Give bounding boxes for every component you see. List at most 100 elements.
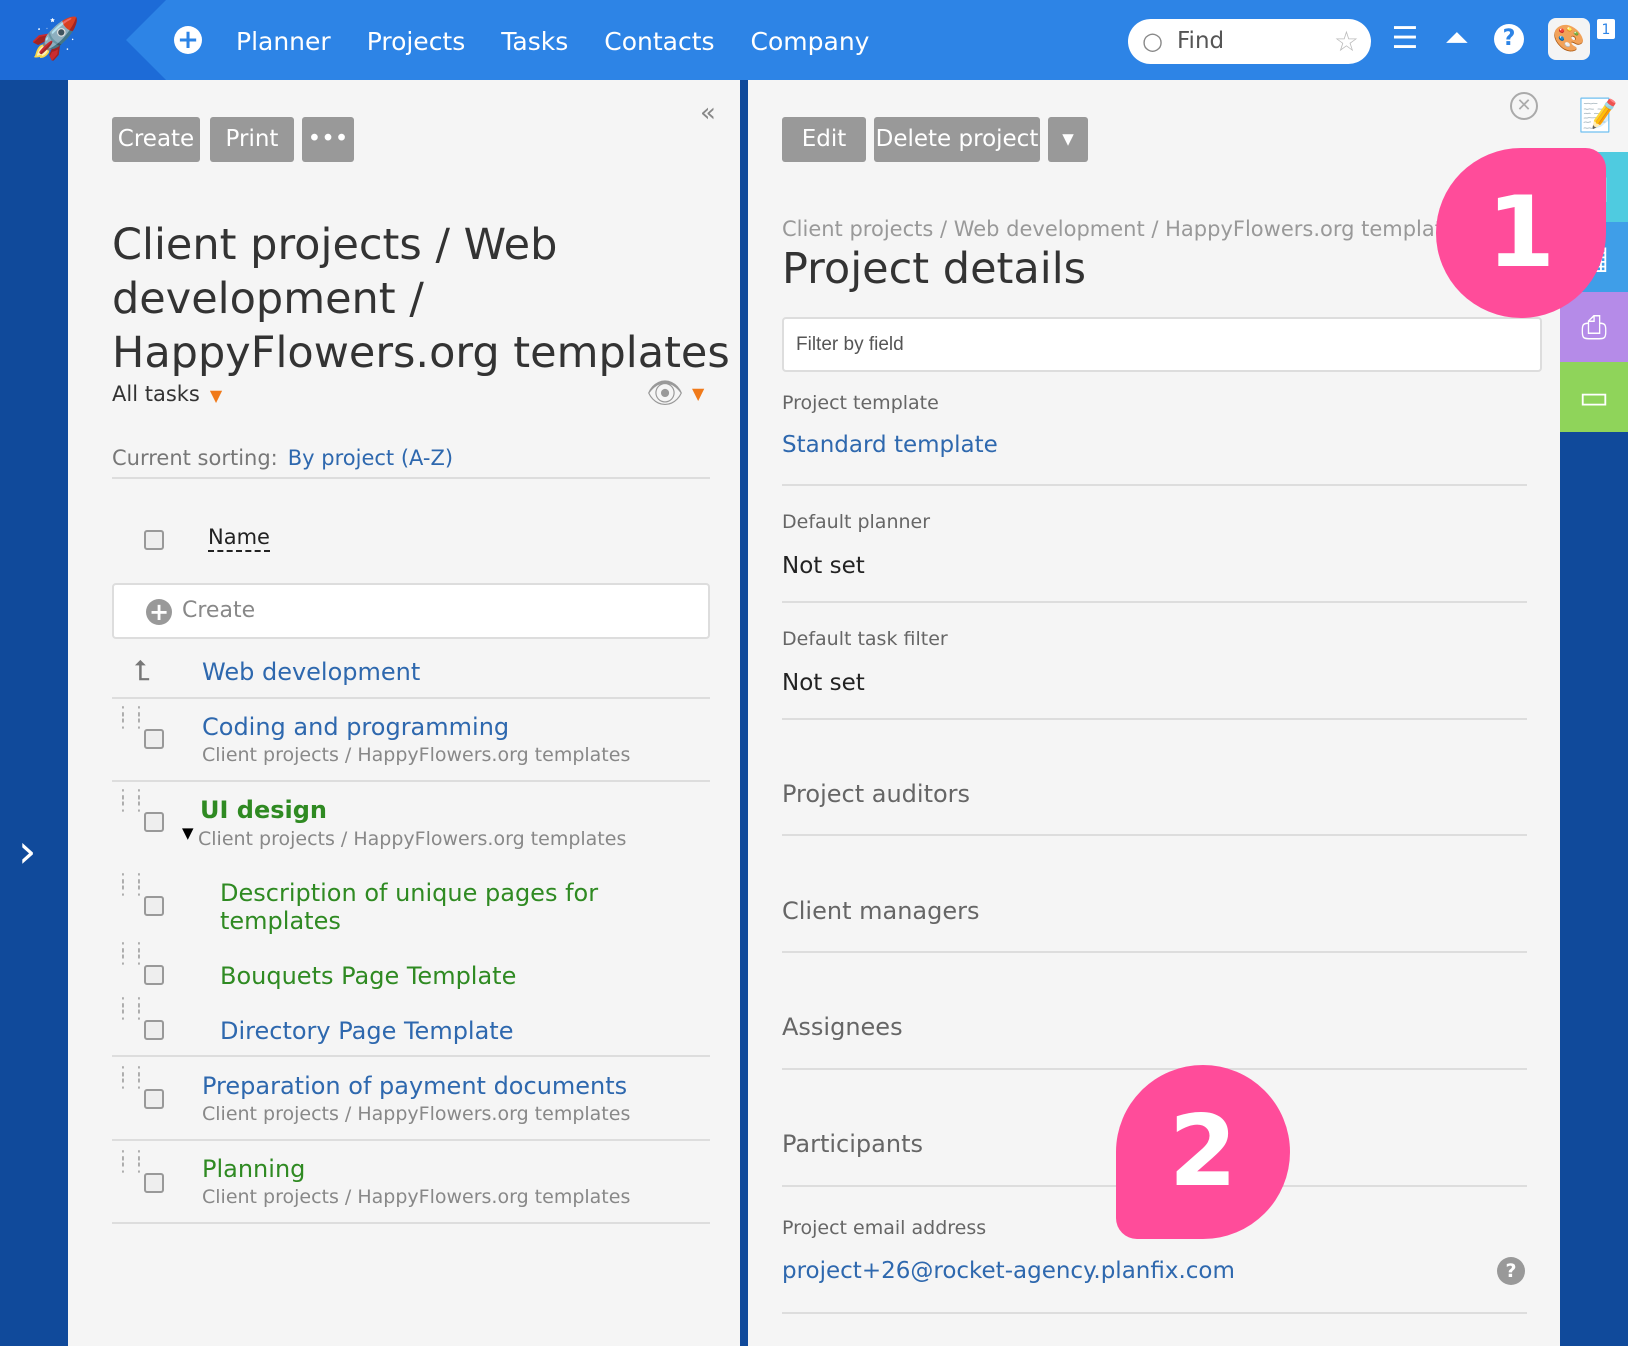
panel-title: Project details	[782, 244, 1087, 294]
field-label: Default task filter	[782, 628, 948, 650]
task-checkbox[interactable]	[144, 812, 164, 832]
task-checkbox[interactable]	[144, 729, 164, 749]
sidebar-expand-icon[interactable]: ›	[18, 826, 36, 876]
rocket-icon[interactable]: ⏶	[1438, 20, 1476, 58]
task-checkbox[interactable]	[144, 1089, 164, 1109]
rail-inbox-tab[interactable]: ⎙	[1560, 292, 1628, 362]
create-task-input[interactable]: + Create	[112, 583, 710, 639]
divider	[112, 477, 710, 479]
task-filter[interactable]: All tasks ▼	[112, 382, 222, 406]
section-assignees[interactable]: Assignees	[782, 1013, 903, 1041]
edit-button[interactable]: Edit	[782, 117, 866, 162]
up-level-icon[interactable]: ⮤	[134, 654, 151, 688]
task-checkbox[interactable]	[144, 896, 164, 916]
section-project-auditors[interactable]: Project auditors	[782, 780, 970, 808]
task-filter-label: All tasks	[112, 382, 200, 406]
delete-project-button[interactable]: Delete project	[874, 117, 1040, 162]
eye-icon[interactable]: 👁	[646, 376, 684, 411]
breadcrumb: Client projects / Web development / Happ…	[782, 217, 1443, 241]
parent-project-link[interactable]: Web development	[202, 658, 420, 686]
drag-handle-icon[interactable]: ⋮⋮ ⋮⋮	[114, 941, 148, 967]
more-actions-dropdown[interactable]: ▾	[1048, 117, 1088, 162]
star-icon[interactable]: ☆	[1334, 25, 1359, 58]
divider	[782, 1312, 1527, 1314]
task-title[interactable]: Description of unique pages for template…	[220, 879, 620, 935]
print-button[interactable]: Print	[210, 117, 294, 162]
expand-triangle-icon[interactable]: ▼	[182, 824, 194, 842]
top-bar: 🚀 + Planner Projects Tasks Contacts Comp…	[0, 0, 1628, 80]
avatar[interactable]: 🎨	[1548, 18, 1590, 60]
nav-tasks[interactable]: Tasks	[501, 0, 568, 80]
create-button[interactable]: Create	[112, 117, 200, 162]
drag-handle-icon[interactable]: ⋮⋮ ⋮⋮	[114, 1149, 148, 1175]
field-label: Project email address	[782, 1217, 987, 1239]
chat-icon: ▭	[1578, 378, 1610, 416]
hamburger-menu-icon[interactable]: ☰	[1386, 20, 1424, 58]
task-title[interactable]: Preparation of payment documents	[202, 1072, 627, 1100]
divider	[782, 834, 1527, 836]
rail-comments-tab[interactable]: ▭	[1560, 362, 1628, 432]
field-value[interactable]: Not set	[782, 670, 865, 696]
task-title[interactable]: Directory Page Template	[220, 1017, 513, 1045]
more-button[interactable]: •••	[302, 117, 354, 162]
field-label: Project template	[782, 392, 939, 414]
page-title: Client projects / Web development / Happ…	[112, 220, 730, 378]
search-input[interactable]	[1177, 26, 1317, 56]
divider	[112, 1222, 710, 1224]
project-email-link[interactable]: project+26@rocket-agency.planfix.com	[782, 1258, 1235, 1284]
divider	[782, 601, 1527, 603]
inbox-icon: ⎙	[1581, 308, 1607, 346]
task-subtitle: Client projects / HappyFlowers.org templ…	[198, 828, 627, 850]
add-icon[interactable]: +	[174, 26, 202, 54]
drag-handle-icon[interactable]: ⋮⋮ ⋮⋮	[114, 1065, 148, 1091]
notes-icon: 📝	[1578, 96, 1618, 134]
task-title[interactable]: Bouquets Page Template	[220, 962, 516, 990]
task-checkbox[interactable]	[144, 1173, 164, 1193]
divider	[112, 1139, 710, 1141]
rocket-logo-icon[interactable]: 🚀	[30, 14, 80, 64]
main-nav: Planner Projects Tasks Contacts Company	[236, 0, 905, 80]
notification-badge[interactable]: 1	[1596, 18, 1616, 40]
nav-contacts[interactable]: Contacts	[604, 0, 714, 80]
filter-by-field-input[interactable]	[782, 317, 1542, 372]
task-checkbox[interactable]	[144, 965, 164, 985]
section-client-managers[interactable]: Client managers	[782, 897, 979, 925]
project-template-link[interactable]: Standard template	[782, 432, 998, 458]
nav-company[interactable]: Company	[751, 0, 870, 80]
field-value[interactable]: Not set	[782, 553, 865, 579]
task-subtitle: Client projects / HappyFlowers.org templ…	[202, 1186, 631, 1208]
divider	[112, 780, 710, 782]
rail-edit-tab[interactable]: 📝	[1560, 80, 1628, 152]
divider	[112, 1055, 710, 1057]
task-list-panel: Create Print ••• « Client projects / Web…	[68, 80, 740, 1346]
chevron-down-icon: ▼	[209, 386, 223, 405]
sorting-row: Current sorting: By project (A-Z)	[112, 446, 453, 470]
create-placeholder: Create	[182, 598, 256, 623]
section-participants[interactable]: Participants	[782, 1130, 923, 1158]
nav-planner[interactable]: Planner	[236, 0, 331, 80]
task-subtitle: Client projects / HappyFlowers.org templ…	[202, 1103, 631, 1125]
field-label: Default planner	[782, 511, 931, 533]
select-all-checkbox[interactable]	[144, 530, 164, 550]
column-header-name[interactable]: Name	[208, 524, 270, 552]
close-icon[interactable]: ✕	[1510, 92, 1538, 120]
callout-badge-1: 1	[1436, 148, 1606, 318]
sorting-label: Current sorting:	[112, 446, 278, 470]
nav-projects[interactable]: Projects	[367, 0, 466, 80]
sorting-value-link[interactable]: By project (A-Z)	[288, 446, 453, 470]
task-checkbox[interactable]	[144, 1020, 164, 1040]
task-title[interactable]: Coding and programming	[202, 713, 509, 741]
search-box: ○ ☆	[1128, 19, 1371, 64]
drag-handle-icon[interactable]: ⋮⋮ ⋮⋮	[114, 705, 148, 731]
help-icon[interactable]: ?	[1497, 1257, 1525, 1285]
task-title[interactable]: Planning	[202, 1155, 305, 1183]
help-icon[interactable]: ?	[1494, 24, 1524, 54]
chevron-down-icon[interactable]: ▼	[692, 384, 704, 403]
drag-handle-icon[interactable]: ⋮⋮ ⋮⋮	[114, 788, 148, 814]
divider	[112, 697, 710, 699]
logo-area	[0, 0, 166, 80]
collapse-panel-icon[interactable]: «	[700, 98, 716, 128]
task-title[interactable]: UI design	[200, 796, 327, 824]
drag-handle-icon[interactable]: ⋮⋮ ⋮⋮	[114, 872, 148, 898]
drag-handle-icon[interactable]: ⋮⋮ ⋮⋮	[114, 996, 148, 1022]
